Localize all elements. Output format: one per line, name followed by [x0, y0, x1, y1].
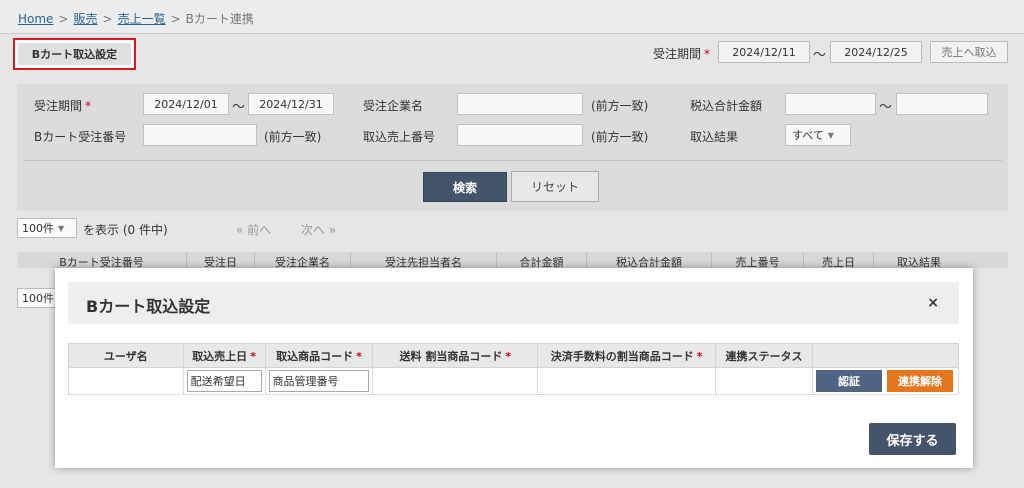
column-header[interactable]: 税込合計金額	[587, 252, 712, 268]
import-result-label: 取込結果	[690, 130, 739, 144]
import-to-sales-button[interactable]: 売上へ取込	[930, 41, 1008, 63]
bcart-order-no-label: Bカート受注番号	[34, 130, 127, 144]
status-cell	[715, 367, 813, 395]
total-tax-from-input[interactable]	[785, 93, 876, 115]
sales-date-input[interactable]: 配送希望日	[186, 370, 262, 392]
bcart-settings-modal: Bカート取込設定 × ユーザ名 取込売上日 * 取込商品コード * 送料 割当商品コ…	[55, 268, 973, 468]
import-period-from-input[interactable]: 2024/12/11	[718, 41, 810, 63]
product-code-cell: 商品管理番号	[264, 367, 374, 395]
column-header-user: ユーザ名	[68, 343, 184, 368]
next-page-link[interactable]: 次へ »	[301, 221, 336, 238]
order-period-from-input[interactable]: 2024/12/01	[143, 93, 229, 115]
breadcrumb-separator: >	[170, 12, 181, 26]
top-toolbar: Bカート取込設定 受注期間 * 2024/12/11 〜 2024/12/25 売…	[0, 35, 1024, 75]
dropdown-arrow-icon: ▼	[58, 223, 65, 233]
column-header[interactable]: 売上日	[804, 252, 874, 268]
column-header[interactable]: 受注先担当者名	[351, 252, 497, 268]
total-tax-tilde: 〜	[879, 100, 893, 115]
column-header[interactable]: 合計金額	[497, 252, 587, 268]
order-period-tilde: 〜	[232, 100, 246, 115]
search-button[interactable]: 検索	[423, 172, 507, 202]
close-icon[interactable]: ×	[927, 295, 939, 311]
required-mark: *	[250, 349, 256, 363]
search-divider	[23, 160, 1002, 161]
modal-header: Bカート取込設定 ×	[68, 282, 959, 324]
column-header-status: 連携ステータス	[715, 343, 813, 368]
prev-page-link[interactable]: « 前へ	[236, 221, 271, 238]
column-header[interactable]: 取込結果	[874, 252, 964, 268]
auth-button[interactable]: 認証	[815, 370, 882, 392]
bcart-order-no-note: (前方一致)	[264, 130, 322, 144]
modal-title: Bカート取込設定	[86, 297, 211, 316]
table-row: 配送希望日 商品管理番号 認証 連携解除	[68, 367, 960, 395]
column-header-actions	[811, 343, 960, 368]
breadcrumb-current: Bカート連携	[185, 12, 254, 26]
dropdown-arrow-icon: ▼	[827, 130, 834, 140]
results-table-header: Bカート受注番号 受注日 受注企業名 受注先担当者名 合計金額 税込合計金額 売…	[17, 252, 1008, 268]
import-period-to-input[interactable]: 2024/12/25	[830, 41, 922, 63]
per-page-select[interactable]: 100件 ▼	[17, 218, 77, 238]
total-tax-to-input[interactable]	[896, 93, 988, 115]
total-tax-label: 税込合計金額	[690, 99, 763, 113]
settings-table: ユーザ名 取込売上日 * 取込商品コード * 送料 割当商品コード * 決済手数料の割…	[68, 343, 960, 395]
period-tilde: 〜	[813, 48, 827, 63]
breadcrumb: Home > 販売 > 売上一覧 > Bカート連携	[0, 0, 1024, 34]
column-header-sales-date: 取込売上日 *	[182, 343, 266, 368]
actions-cell: 認証 連携解除	[811, 367, 960, 395]
required-mark: *	[696, 349, 703, 363]
column-header-shipping-code: 送料 割当商品コード *	[372, 343, 539, 368]
column-header[interactable]: 売上番号	[712, 252, 804, 268]
fee-code-cell[interactable]	[537, 367, 717, 395]
bcart-import-setting-label: Bカート取込設定	[18, 43, 131, 65]
import-result-select[interactable]: すべて ▼	[785, 124, 851, 146]
required-mark: *	[505, 349, 512, 363]
sales-date-cell: 配送希望日	[182, 367, 266, 395]
save-button[interactable]: 保存する	[869, 423, 956, 455]
order-period-to-input[interactable]: 2024/12/31	[248, 93, 334, 115]
column-header-fee-code: 決済手数料の割当商品コード *	[537, 343, 717, 368]
search-panel: 受注期間 * 2024/12/01 〜 2024/12/31 受注企業名 (前方一…	[17, 84, 1008, 211]
breadcrumb-sales-link[interactable]: 販売	[74, 12, 98, 26]
per-page-select-bottom[interactable]: 100件	[17, 288, 57, 308]
column-header-product-code: 取込商品コード *	[264, 343, 374, 368]
unlink-button[interactable]: 連携解除	[886, 370, 953, 392]
sales-no-note: (前方一致)	[591, 130, 649, 144]
sales-no-input[interactable]	[457, 124, 583, 146]
column-header[interactable]: 受注日	[187, 252, 255, 268]
breadcrumb-separator: >	[58, 12, 69, 26]
company-prefix-note: (前方一致)	[591, 99, 649, 113]
breadcrumb-separator: >	[102, 12, 113, 26]
breadcrumb-sales-list-link[interactable]: 売上一覧	[118, 12, 166, 26]
required-mark: *	[356, 349, 362, 363]
company-name-label: 受注企業名	[363, 99, 424, 113]
required-mark: *	[704, 47, 711, 61]
required-mark: *	[85, 99, 92, 113]
reset-button[interactable]: リセット	[511, 171, 599, 202]
import-period-label: 受注期間 *	[653, 47, 711, 61]
order-period-label: 受注期間 *	[34, 99, 92, 113]
shipping-code-cell[interactable]	[372, 367, 539, 395]
display-count-text: を表示 (0 件中)	[83, 223, 168, 237]
product-code-input[interactable]: 商品管理番号	[268, 370, 370, 392]
company-name-input[interactable]	[457, 93, 583, 115]
bcart-order-no-input[interactable]	[143, 124, 257, 146]
breadcrumb-home-link[interactable]: Home	[18, 12, 53, 26]
bcart-import-setting-button[interactable]: Bカート取込設定	[13, 38, 136, 70]
column-header[interactable]: 受注企業名	[255, 252, 351, 268]
sales-no-label: 取込売上番号	[363, 130, 436, 144]
user-cell	[68, 367, 184, 395]
column-header[interactable]: Bカート受注番号	[17, 252, 187, 268]
